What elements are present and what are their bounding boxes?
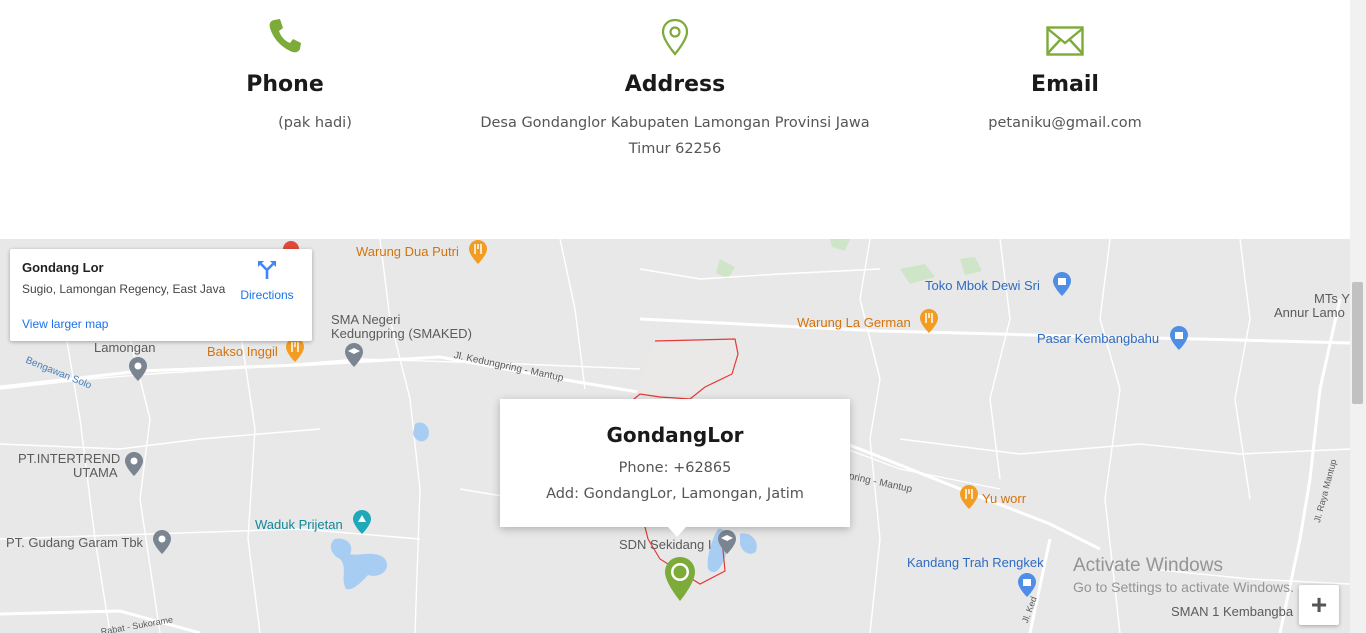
phone-text: (pak hadi): [278, 115, 352, 131]
email-title: Email: [1031, 72, 1099, 97]
info-phone: Phone: +62865: [618, 460, 732, 476]
address-line-2: Timur 62256: [628, 141, 722, 157]
location-marker-icon[interactable]: [663, 555, 697, 608]
map-info-window: GondangLor Phone: +62865 Add: GondangLor…: [500, 399, 850, 527]
shop-pin-icon[interactable]: [1169, 325, 1189, 356]
place-pin-icon[interactable]: [128, 356, 148, 387]
envelope-icon: [1046, 26, 1084, 56]
phone-icon: [269, 19, 301, 53]
map-label-lamongan[interactable]: Lamongan: [94, 340, 155, 355]
school-pin-icon[interactable]: [344, 342, 364, 373]
map-label-mts-line2[interactable]: Annur Lamo: [1274, 305, 1345, 320]
view-larger-map-link[interactable]: View larger map: [22, 317, 108, 331]
contact-section: Phone (pak hadi) Address Desa Gondanglor…: [0, 0, 1350, 239]
map-label-bakso-inggil[interactable]: Bakso Inggil: [207, 344, 278, 359]
phone-title: Phone: [246, 72, 324, 97]
map-label-pt-gudang-garam[interactable]: PT. Gudang Garam Tbk: [6, 535, 143, 550]
directions-icon: [258, 261, 276, 279]
map-label-sma-line1[interactable]: SMA Negeri: [331, 312, 400, 327]
address-text: Desa Gondanglor Kabupaten Lamongan Provi…: [475, 110, 875, 162]
zoom-in-button[interactable]: +: [1299, 585, 1339, 625]
location-pin-icon: [661, 18, 689, 56]
map-label-sma-line2[interactable]: Kedungpring (SMAKED): [331, 326, 472, 341]
map-label-sman1[interactable]: SMAN 1 Kembangba: [1171, 604, 1293, 619]
map-label-kandang-trah[interactable]: Kandang Trah Rengkek: [907, 555, 1044, 570]
map-label-sdn-sekidang[interactable]: SDN Sekidang I: [619, 537, 712, 552]
map-label-mts-line1[interactable]: MTs Y: [1314, 291, 1350, 306]
map-label-pt-intertrend-line1[interactable]: PT.INTERTREND: [18, 451, 120, 466]
info-title: GondangLor: [606, 423, 744, 447]
embedded-map[interactable]: Warung Dua Putri Toko Mbok Dewi Sri MTs …: [0, 239, 1350, 633]
address-line-1: Desa Gondanglor Kabupaten Lamongan Provi…: [480, 115, 870, 131]
restaurant-pin-icon[interactable]: [468, 239, 488, 270]
restaurant-pin-icon[interactable]: [285, 337, 305, 368]
park-pin-icon[interactable]: [352, 509, 372, 540]
map-label-waduk-prijetan[interactable]: Waduk Prijetan: [255, 517, 343, 532]
restaurant-pin-icon[interactable]: [919, 308, 939, 339]
email-text: petaniku@gmail.com: [988, 115, 1142, 131]
address-title: Address: [624, 72, 726, 97]
place-address: Sugio, Lamongan Regency, East Java: [22, 282, 226, 296]
scrollbar-thumb[interactable]: [1352, 282, 1363, 404]
activate-windows-watermark: Activate Windows Go to Settings to activ…: [1073, 555, 1294, 595]
watermark-line-2: Go to Settings to activate Windows.: [1073, 579, 1294, 595]
place-name: Gondang Lor: [22, 260, 104, 275]
shop-pin-icon[interactable]: [1052, 271, 1072, 302]
map-label-pt-intertrend-line2[interactable]: UTAMA: [73, 465, 118, 480]
info-window-tail: [668, 527, 686, 537]
place-pin-icon[interactable]: [152, 529, 172, 560]
info-address: Add: GondangLor, Lamongan, Jatim: [546, 486, 804, 502]
map-label-toko-mbok-dewi-sri[interactable]: Toko Mbok Dewi Sri: [925, 278, 1040, 293]
watermark-line-1: Activate Windows: [1073, 555, 1223, 576]
directions-label[interactable]: Directions: [236, 288, 298, 302]
place-pin-icon[interactable]: [124, 451, 144, 482]
map-label-warung-la-german[interactable]: Warung La German: [797, 315, 911, 330]
school-pin-icon[interactable]: [717, 529, 737, 560]
directions-button[interactable]: Directions: [236, 259, 298, 302]
map-label-warung-dua-putri[interactable]: Warung Dua Putri: [356, 244, 459, 259]
info-details: Phone: +62865 Add: GondangLor, Lamongan,…: [500, 455, 850, 507]
zoom-in-label[interactable]: +: [1299, 585, 1339, 625]
map-place-card: Gondang Lor Sugio, Lamongan Regency, Eas…: [10, 249, 312, 341]
map-label-pasar-kembangbahu[interactable]: Pasar Kembangbahu: [1037, 331, 1159, 346]
restaurant-pin-icon[interactable]: [959, 484, 979, 515]
map-label-yu-worr[interactable]: Yu worr: [982, 491, 1026, 506]
